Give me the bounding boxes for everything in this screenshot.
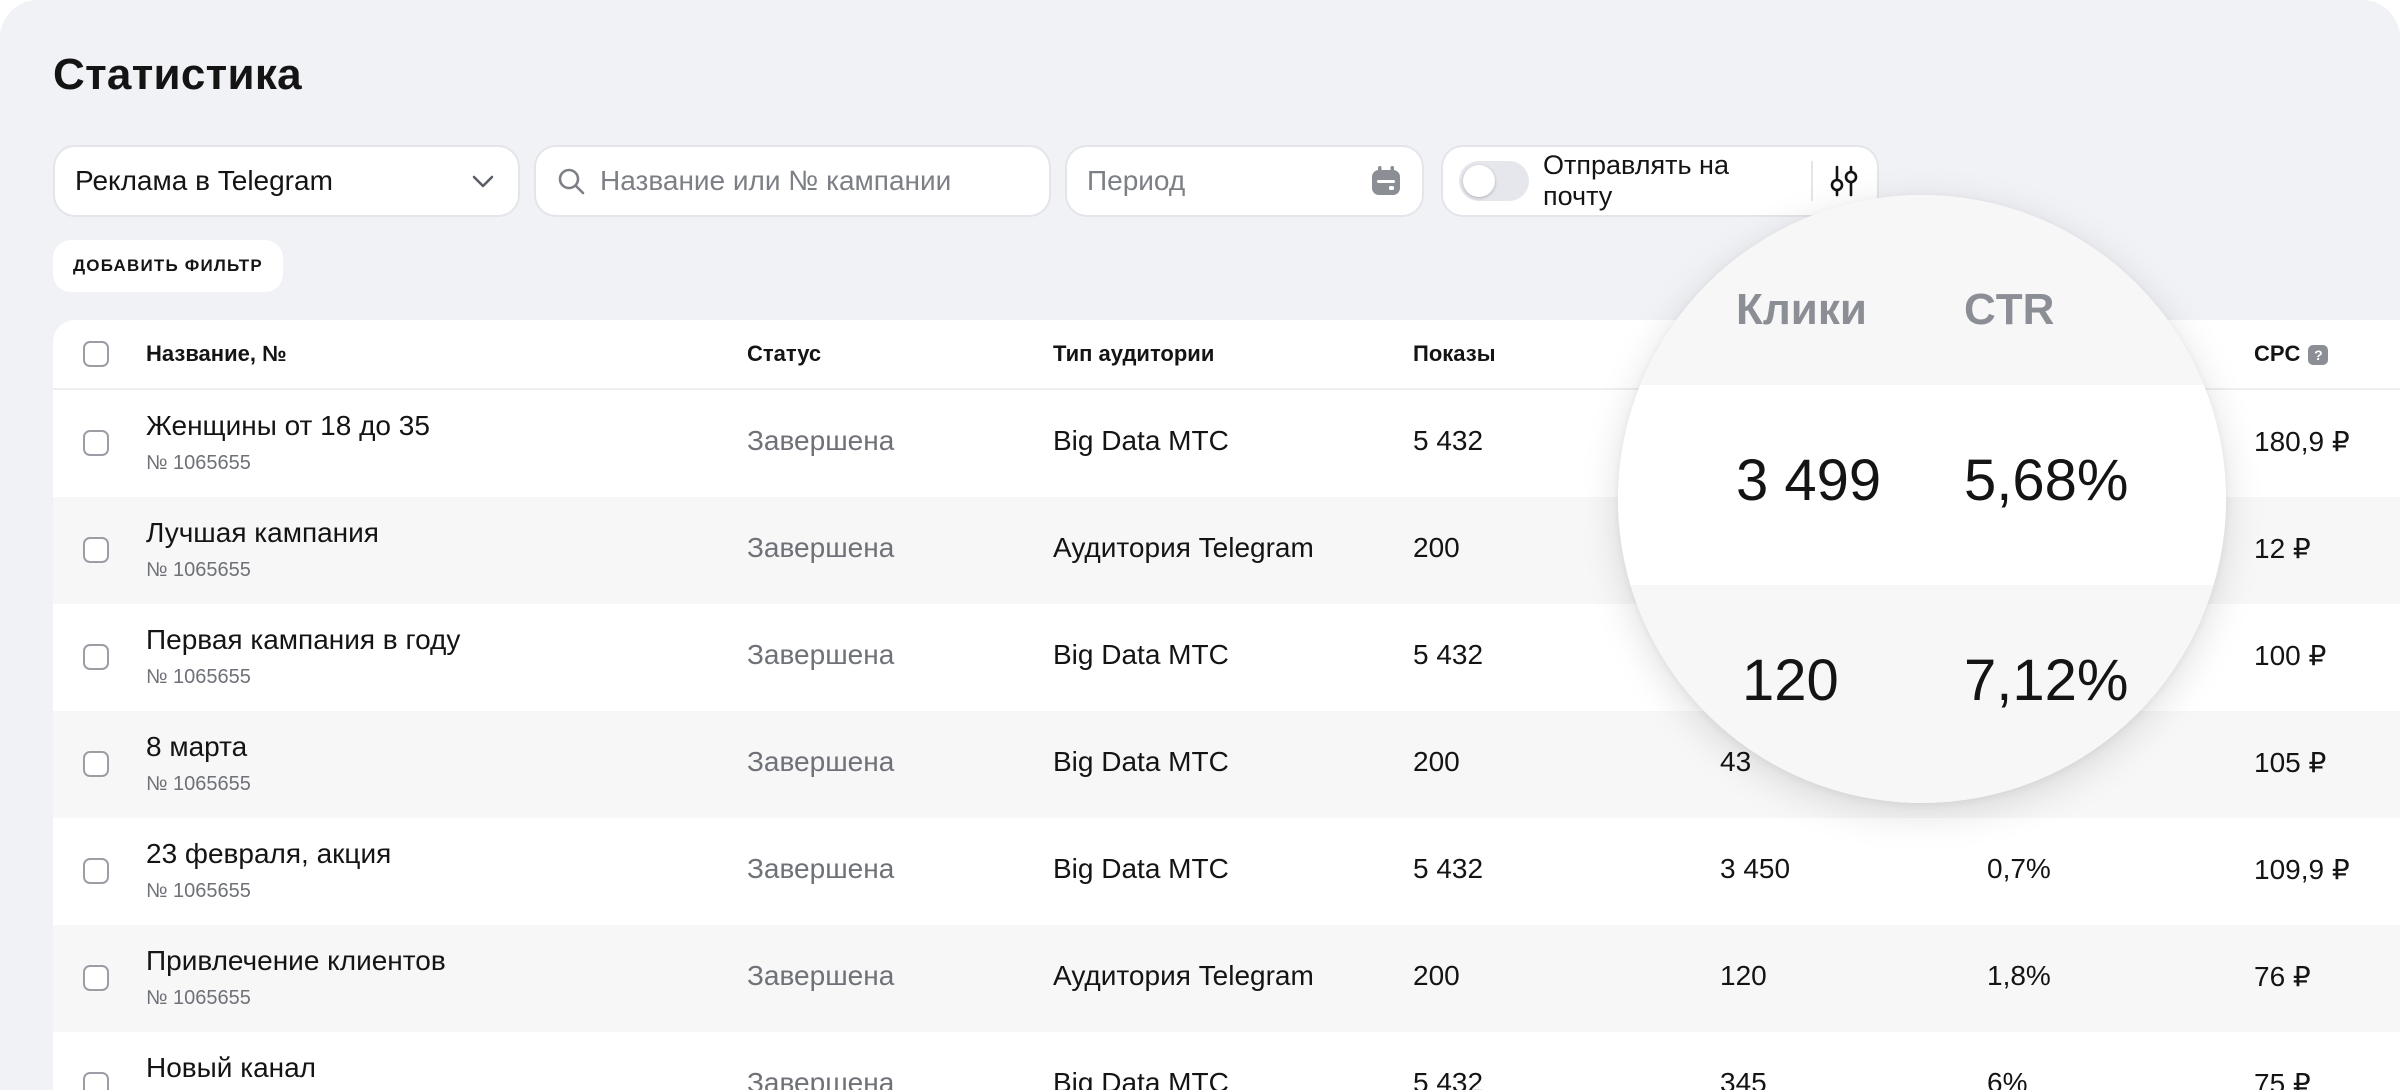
- search-placeholder: Название или № кампании: [600, 165, 952, 196]
- campaign-status: Завершена: [747, 425, 895, 456]
- statistics-page: Статистика Реклама в Telegram Название и…: [0, 0, 2400, 1090]
- magnifier-header: Клики CTR: [1618, 195, 2226, 387]
- ctr: 0,7%: [1987, 853, 2051, 884]
- table-row[interactable]: Привлечение клиентов № 1065655 Завершена…: [53, 925, 2400, 1032]
- campaign-name[interactable]: Женщины от 18 до 35: [146, 410, 430, 442]
- row-checkbox[interactable]: [83, 858, 109, 884]
- row-checkbox[interactable]: [83, 644, 109, 670]
- magnified-clicks: 120: [1742, 648, 1839, 713]
- audience-type: Аудитория Telegram: [1053, 532, 1314, 563]
- help-icon[interactable]: ?: [2308, 345, 2329, 366]
- magnified-ctr: 5,68%: [1964, 448, 2129, 513]
- row-checkbox[interactable]: [83, 751, 109, 777]
- campaign-number: № 1065655: [146, 559, 251, 581]
- impressions: 5 432: [1413, 1067, 1484, 1090]
- period-placeholder: Период: [1087, 165, 1186, 196]
- cpc: 12 ₽: [2254, 533, 2311, 564]
- cpc: 109,9 ₽: [2254, 854, 2350, 885]
- campaign-number: № 1065655: [146, 666, 251, 688]
- email-toggle[interactable]: [1459, 161, 1529, 201]
- column-status[interactable]: Статус: [747, 320, 821, 388]
- search-icon: [558, 168, 585, 195]
- magnified-clicks-header: Клики: [1736, 285, 1867, 334]
- row-checkbox[interactable]: [83, 1072, 109, 1090]
- chevron-down-icon: [472, 175, 494, 188]
- campaign-name[interactable]: 23 февраля, акция: [146, 838, 391, 870]
- page-title: Статистика: [53, 50, 302, 99]
- row-checkbox[interactable]: [83, 965, 109, 991]
- cpc: 100 ₽: [2254, 640, 2327, 671]
- impressions: 200: [1413, 960, 1460, 991]
- table-row[interactable]: Новый канал Завершена Big Data МТС 5 432…: [53, 1032, 2400, 1090]
- select-all-checkbox[interactable]: [83, 341, 109, 367]
- audience-type: Аудитория Telegram: [1053, 960, 1314, 991]
- row-checkbox[interactable]: [83, 537, 109, 563]
- impressions: 200: [1413, 746, 1460, 777]
- campaign-status: Завершена: [747, 639, 895, 670]
- campaign-status: Завершена: [747, 532, 895, 563]
- row-checkbox[interactable]: [83, 430, 109, 456]
- magnifier-lens: Клики CTR 3 499 5,68% 120 7,12%: [1618, 195, 2226, 803]
- magnified-row: 3 499 5,68%: [1618, 385, 2226, 585]
- ctr: 6%: [1987, 1067, 2028, 1090]
- table-row[interactable]: 23 февраля, акция № 1065655 Завершена Bi…: [53, 818, 2400, 925]
- clicks: 3 450: [1720, 853, 1791, 884]
- period-picker[interactable]: Период: [1065, 145, 1424, 217]
- campaign-status: Завершена: [747, 1067, 895, 1090]
- campaign-status: Завершена: [747, 853, 895, 884]
- magnified-ctr: 7,12%: [1964, 648, 2129, 713]
- search-input[interactable]: Название или № кампании: [534, 145, 1051, 217]
- column-audience[interactable]: Тип аудитории: [1053, 320, 1214, 388]
- campaign-name[interactable]: Лучшая кампания: [146, 517, 379, 549]
- magnified-ctr-header: CTR: [1964, 285, 2055, 334]
- cpc: 75 ₽: [2254, 1068, 2311, 1090]
- cpc: 180,9 ₽: [2254, 426, 2350, 457]
- audience-type: Big Data МТС: [1053, 853, 1229, 884]
- campaign-number: № 1065655: [146, 987, 251, 1009]
- campaign-number: № 1065655: [146, 880, 251, 902]
- campaign-number: № 1065655: [146, 773, 251, 795]
- impressions: 200: [1413, 532, 1460, 563]
- clicks: 345: [1720, 1067, 1767, 1090]
- column-settings-button[interactable]: [1827, 164, 1861, 198]
- audience-type: Big Data МТС: [1053, 425, 1229, 456]
- magnified-row: 120 7,12%: [1618, 585, 2226, 803]
- campaign-name[interactable]: 8 марта: [146, 731, 247, 763]
- calendar-icon: [1372, 166, 1400, 195]
- column-cpc[interactable]: CPC?: [2254, 320, 2329, 388]
- ctr: 1,8%: [1987, 960, 2051, 991]
- channel-dropdown[interactable]: Реклама в Telegram: [53, 145, 520, 217]
- campaign-status: Завершена: [747, 960, 895, 991]
- channel-dropdown-value: Реклама в Telegram: [75, 165, 333, 196]
- audience-type: Big Data МТС: [1053, 1067, 1229, 1090]
- impressions: 5 432: [1413, 639, 1484, 670]
- column-impressions[interactable]: Показы: [1413, 320, 1496, 388]
- campaign-number: № 1065655: [146, 452, 251, 474]
- impressions: 5 432: [1413, 853, 1484, 884]
- sliders-icon: [1830, 165, 1858, 197]
- campaign-name[interactable]: Первая кампания в году: [146, 624, 460, 656]
- magnified-clicks: 3 499: [1736, 448, 1882, 513]
- campaign-name[interactable]: Привлечение клиентов: [146, 945, 446, 977]
- add-filter-button[interactable]: ДОБАВИТЬ ФИЛЬТР: [53, 240, 283, 292]
- column-name[interactable]: Название, №: [146, 320, 287, 388]
- impressions: 5 432: [1413, 425, 1484, 456]
- clicks: 120: [1720, 960, 1767, 991]
- campaign-name[interactable]: Новый канал: [146, 1052, 316, 1084]
- toggle-knob: [1463, 165, 1495, 197]
- campaign-status: Завершена: [747, 746, 895, 777]
- cpc: 105 ₽: [2254, 747, 2327, 778]
- cpc: 76 ₽: [2254, 961, 2311, 992]
- audience-type: Big Data МТС: [1053, 639, 1229, 670]
- audience-type: Big Data МТС: [1053, 746, 1229, 777]
- column-cpc-label: CPC: [2254, 341, 2301, 366]
